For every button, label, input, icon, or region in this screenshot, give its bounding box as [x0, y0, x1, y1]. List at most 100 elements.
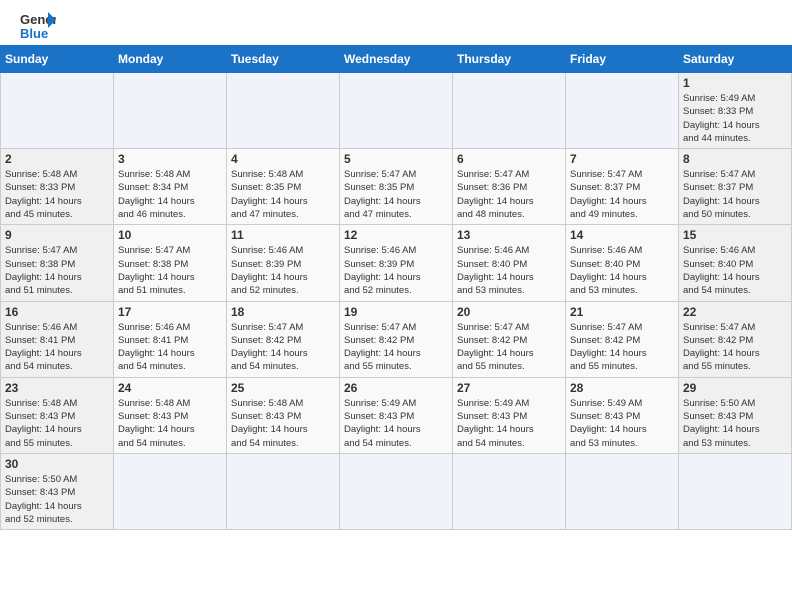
calendar-cell: 27 Sunrise: 5:49 AMSunset: 8:43 PMDayligh…	[453, 377, 566, 453]
generalblue-logo-icon: General Blue	[20, 10, 56, 40]
calendar-cell: 3Sunrise: 5:48 AMSunset: 8:34 PMDaylight…	[114, 149, 227, 225]
calendar-cell	[453, 453, 566, 529]
day-info: Sunrise: 5:47 AMSunset: 8:37 PMDaylight:…	[570, 168, 674, 221]
calendar-cell: 23Sunrise: 5:48 AMSunset: 8:43 PMDayligh…	[1, 377, 114, 453]
day-number: 16	[5, 305, 109, 319]
calendar-cell: 21Sunrise: 5:47 AMSunset: 8:42 PMDayligh…	[566, 301, 679, 377]
calendar-cell: 1 Sunrise: 5:49 AMSunset: 8:33 PMDaylight…	[679, 73, 792, 149]
day-info: Sunrise: 5:47 AMSunset: 8:37 PMDaylight:…	[683, 168, 787, 221]
day-number: 23	[5, 381, 109, 395]
day-number: 30	[5, 457, 109, 471]
day-info: Sunrise: 5:47 AMSunset: 8:38 PMDaylight:…	[5, 244, 109, 297]
day-number: 18	[231, 305, 335, 319]
day-number: 20	[457, 305, 561, 319]
calendar-cell: 16 Sunrise: 5:46 AMSunset: 8:41 PMDayligh…	[1, 301, 114, 377]
calendar-week-5: 23 Sunrise: 5:48 AMSunset: 8:43 PMDayligh…	[1, 377, 792, 453]
day-info: Sunrise: 5:50 AMSunset: 8:43 PMDaylight:…	[683, 397, 787, 450]
day-info: Sunrise: 5:46 AMSunset: 8:41 PMDaylight:…	[118, 321, 222, 374]
day-info: Sunrise: 5:46 AMSunset: 8:40 PMDaylight:…	[683, 244, 787, 297]
calendar-cell	[453, 73, 566, 149]
page-header: General Blue	[0, 0, 792, 45]
day-number: 29	[683, 381, 787, 395]
day-number: 26	[344, 381, 448, 395]
day-info: Sunrise: 5:50 AMSunset: 8:43 PMDaylight:…	[5, 473, 109, 526]
day-number: 2	[5, 152, 109, 166]
weekday-header-thursday: Thursday	[453, 46, 566, 73]
day-number: 25	[231, 381, 335, 395]
day-info: Sunrise: 5:48 AMSunset: 8:33 PMDaylight:…	[5, 168, 109, 221]
calendar-week-2: 2 Sunrise: 5:48 AMSunset: 8:33 PMDaylight…	[1, 149, 792, 225]
calendar-cell: 2 Sunrise: 5:48 AMSunset: 8:33 PMDaylight…	[1, 149, 114, 225]
day-info: Sunrise: 5:47 AMSunset: 8:36 PMDaylight:…	[457, 168, 561, 221]
calendar-cell	[227, 73, 340, 149]
calendar-cell: 9 Sunrise: 5:47 AMSunset: 8:38 PMDaylight…	[1, 225, 114, 301]
svg-text:Blue: Blue	[20, 26, 48, 40]
weekday-header-row: SundayMondayTuesdayWednesdayThursdayFrid…	[1, 46, 792, 73]
calendar-cell: 4Sunrise: 5:48 AMSunset: 8:35 PMDaylight…	[227, 149, 340, 225]
weekday-header-tuesday: Tuesday	[227, 46, 340, 73]
calendar-cell	[679, 453, 792, 529]
day-number: 28	[570, 381, 674, 395]
day-number: 1	[683, 76, 787, 90]
calendar-cell: 13Sunrise: 5:46 AMSunset: 8:40 PMDayligh…	[453, 225, 566, 301]
calendar-cell	[566, 73, 679, 149]
calendar-cell: 14 Sunrise: 5:46 AMSunset: 8:40 PMDayligh…	[566, 225, 679, 301]
day-number: 19	[344, 305, 448, 319]
calendar-cell: 24Sunrise: 5:48 AMSunset: 8:43 PMDayligh…	[114, 377, 227, 453]
calendar-cell: 30 Sunrise: 5:50 AMSunset: 8:43 PMDayligh…	[1, 453, 114, 529]
calendar-cell: 17Sunrise: 5:46 AMSunset: 8:41 PMDayligh…	[114, 301, 227, 377]
calendar-cell: 8 Sunrise: 5:47 AMSunset: 8:37 PMDaylight…	[679, 149, 792, 225]
day-info: Sunrise: 5:47 AMSunset: 8:42 PMDaylight:…	[344, 321, 448, 374]
day-info: Sunrise: 5:49 AMSunset: 8:33 PMDaylight:…	[683, 92, 787, 145]
calendar-cell: 18 Sunrise: 5:47 AMSunset: 8:42 PMDayligh…	[227, 301, 340, 377]
calendar-table: SundayMondayTuesdayWednesdayThursdayFrid…	[0, 45, 792, 530]
calendar-cell	[114, 453, 227, 529]
weekday-header-friday: Friday	[566, 46, 679, 73]
calendar-cell: 26 Sunrise: 5:49 AMSunset: 8:43 PMDayligh…	[340, 377, 453, 453]
calendar-cell: 19 Sunrise: 5:47 AMSunset: 8:42 PMDayligh…	[340, 301, 453, 377]
calendar-cell: 20 Sunrise: 5:47 AMSunset: 8:42 PMDayligh…	[453, 301, 566, 377]
day-info: Sunrise: 5:47 AMSunset: 8:42 PMDaylight:…	[231, 321, 335, 374]
calendar-cell: 22Sunrise: 5:47 AMSunset: 8:42 PMDayligh…	[679, 301, 792, 377]
day-number: 8	[683, 152, 787, 166]
day-number: 21	[570, 305, 674, 319]
calendar-cell: 28 Sunrise: 5:49 AMSunset: 8:43 PMDayligh…	[566, 377, 679, 453]
day-info: Sunrise: 5:48 AMSunset: 8:35 PMDaylight:…	[231, 168, 335, 221]
day-info: Sunrise: 5:47 AMSunset: 8:42 PMDaylight:…	[457, 321, 561, 374]
day-info: Sunrise: 5:49 AMSunset: 8:43 PMDaylight:…	[457, 397, 561, 450]
day-number: 22	[683, 305, 787, 319]
calendar-cell: 15 Sunrise: 5:46 AMSunset: 8:40 PMDayligh…	[679, 225, 792, 301]
day-number: 3	[118, 152, 222, 166]
day-number: 14	[570, 228, 674, 242]
day-number: 7	[570, 152, 674, 166]
day-info: Sunrise: 5:46 AMSunset: 8:41 PMDaylight:…	[5, 321, 109, 374]
calendar-cell: 10 Sunrise: 5:47 AMSunset: 8:38 PMDayligh…	[114, 225, 227, 301]
day-number: 13	[457, 228, 561, 242]
day-info: Sunrise: 5:46 AMSunset: 8:40 PMDaylight:…	[570, 244, 674, 297]
day-number: 15	[683, 228, 787, 242]
calendar-cell: 12Sunrise: 5:46 AMSunset: 8:39 PMDayligh…	[340, 225, 453, 301]
calendar-week-4: 16 Sunrise: 5:46 AMSunset: 8:41 PMDayligh…	[1, 301, 792, 377]
calendar-week-3: 9 Sunrise: 5:47 AMSunset: 8:38 PMDaylight…	[1, 225, 792, 301]
weekday-header-sunday: Sunday	[1, 46, 114, 73]
calendar-cell: 7 Sunrise: 5:47 AMSunset: 8:37 PMDaylight…	[566, 149, 679, 225]
day-info: Sunrise: 5:48 AMSunset: 8:43 PMDaylight:…	[118, 397, 222, 450]
calendar-cell: 11Sunrise: 5:46 AMSunset: 8:39 PMDayligh…	[227, 225, 340, 301]
weekday-header-monday: Monday	[114, 46, 227, 73]
day-number: 11	[231, 228, 335, 242]
day-info: Sunrise: 5:47 AMSunset: 8:35 PMDaylight:…	[344, 168, 448, 221]
calendar-cell	[340, 453, 453, 529]
calendar-cell: 5Sunrise: 5:47 AMSunset: 8:35 PMDaylight…	[340, 149, 453, 225]
logo: General Blue	[20, 10, 56, 40]
day-info: Sunrise: 5:47 AMSunset: 8:38 PMDaylight:…	[118, 244, 222, 297]
day-number: 9	[5, 228, 109, 242]
day-info: Sunrise: 5:48 AMSunset: 8:43 PMDaylight:…	[231, 397, 335, 450]
day-number: 27	[457, 381, 561, 395]
day-number: 10	[118, 228, 222, 242]
weekday-header-saturday: Saturday	[679, 46, 792, 73]
day-info: Sunrise: 5:49 AMSunset: 8:43 PMDaylight:…	[344, 397, 448, 450]
calendar-cell	[227, 453, 340, 529]
day-info: Sunrise: 5:49 AMSunset: 8:43 PMDaylight:…	[570, 397, 674, 450]
calendar-cell: 25 Sunrise: 5:48 AMSunset: 8:43 PMDayligh…	[227, 377, 340, 453]
day-info: Sunrise: 5:46 AMSunset: 8:39 PMDaylight:…	[344, 244, 448, 297]
